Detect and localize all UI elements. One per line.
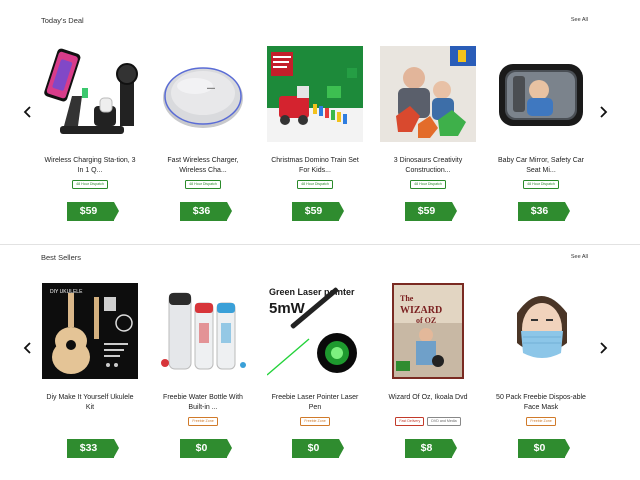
- product-title[interactable]: Fast Wireless Charger, Wireless Cha...: [153, 156, 253, 176]
- product-title[interactable]: Christmas Domino Train Set For Kids...: [265, 156, 365, 176]
- svg-text:Green Laser pointer: Green Laser pointer: [269, 287, 355, 297]
- carousel-prev-arrow[interactable]: [21, 341, 35, 355]
- product-title[interactable]: Wireless Charging Sta-tion, 3 In 1 Q...: [40, 156, 140, 176]
- svg-text:WIZARD: WIZARD: [400, 305, 442, 316]
- wireless-charging-station-image[interactable]: [42, 46, 138, 142]
- svg-text:The: The: [400, 294, 414, 303]
- dispatch-badge: 48 Hour Dispatch: [185, 180, 221, 189]
- dispatch-badge: 48 Hour Dispatch: [297, 180, 333, 189]
- price-tag: $36: [179, 202, 232, 221]
- svg-text:DIY UKULELE: DIY UKULELE: [50, 289, 83, 295]
- product-card[interactable]: ▬▬ Fast Wireless Charger, Wireless Cha..…: [153, 46, 253, 221]
- svg-text:of OZ: of OZ: [416, 316, 436, 325]
- product-title[interactable]: Freebie Water Bottle With Built-in ...: [153, 393, 253, 413]
- todays-deal-section: Today's Deal See All Wireless Charging S…: [0, 0, 640, 244]
- laser-pointer-image[interactable]: Green Laser pointer 5mW: [267, 283, 363, 379]
- carousel-next-arrow[interactable]: [596, 341, 610, 355]
- chevron-left-icon: [23, 342, 31, 354]
- section-heading: Best Sellers: [41, 253, 82, 262]
- water-bottle-image[interactable]: [155, 283, 251, 379]
- freebie-badge: Freebie Zone: [300, 417, 330, 426]
- price-tag: $33: [66, 439, 119, 458]
- section-heading: Today's Deal: [41, 16, 84, 25]
- product-title[interactable]: 50 Pack Freebie Dispos-able Face Mask: [491, 393, 591, 413]
- category-badge: DVD and Media: [427, 417, 461, 426]
- product-card[interactable]: 50 Pack Freebie Dispos-able Face Mask Fr…: [491, 283, 591, 458]
- price-tag: $59: [404, 202, 457, 221]
- product-card[interactable]: Christmas Domino Train Set For Kids... 4…: [265, 46, 365, 221]
- price-tag: $0: [291, 439, 344, 458]
- product-title[interactable]: Baby Car Mirror, Safety Car Seat Mi...: [491, 156, 591, 176]
- dispatch-badge: 48 Hour Dispatch: [410, 180, 446, 189]
- chevron-right-icon: [600, 106, 608, 118]
- dispatch-badge: 48 Hour Dispatch: [72, 180, 108, 189]
- product-card[interactable]: Freebie Water Bottle With Built-in ... F…: [153, 283, 253, 458]
- baby-car-mirror-image[interactable]: [493, 46, 589, 142]
- wizard-of-oz-dvd-image[interactable]: The WIZARD of OZ: [380, 283, 476, 379]
- price-tag: $0: [179, 439, 232, 458]
- freebie-badge: Freebie Zone: [526, 417, 556, 426]
- svg-text:▬▬: ▬▬: [207, 85, 215, 90]
- price-tag: $0: [517, 439, 570, 458]
- ukulele-kit-image[interactable]: DIY UKULELE: [42, 283, 138, 379]
- freebie-badge: Freebie Zone: [188, 417, 218, 426]
- best-sellers-section: Best Sellers See All DIY UKULELE Diy Mak…: [0, 245, 640, 480]
- chevron-left-icon: [23, 106, 31, 118]
- domino-train-image[interactable]: [267, 46, 363, 142]
- price-tag: $59: [66, 202, 119, 221]
- price-tag: $36: [517, 202, 570, 221]
- dinosaur-toys-image[interactable]: [380, 46, 476, 142]
- product-title[interactable]: Wizard Of Oz, Ikoala Dvd: [378, 393, 478, 413]
- product-title[interactable]: 3 Dinosaurs Creativity Construction...: [378, 156, 478, 176]
- dispatch-badge: 48 Hour Dispatch: [523, 180, 559, 189]
- see-all-link[interactable]: See All: [571, 254, 588, 260]
- product-card[interactable]: Baby Car Mirror, Safety Car Seat Mi... 4…: [491, 46, 591, 221]
- product-title[interactable]: Diy Make It Yourself Ukulele Kit: [40, 393, 140, 413]
- product-title[interactable]: Freebie Laser Pointer Laser Pen: [265, 393, 365, 413]
- product-card[interactable]: DIY UKULELE Diy Make It Yourself Ukulele…: [40, 283, 140, 458]
- see-all-link[interactable]: See All: [571, 17, 588, 23]
- carousel-next-arrow[interactable]: [596, 105, 610, 119]
- product-card[interactable]: Wireless Charging Sta-tion, 3 In 1 Q... …: [40, 46, 140, 221]
- chevron-right-icon: [600, 342, 608, 354]
- price-tag: $8: [404, 439, 457, 458]
- product-card[interactable]: Green Laser pointer 5mW Freebie Laser Po…: [265, 283, 365, 458]
- carousel-prev-arrow[interactable]: [21, 105, 35, 119]
- svg-text:5mW: 5mW: [269, 300, 306, 317]
- fast-delivery-badge: Fast Delivery: [395, 417, 425, 426]
- wireless-charger-pad-image[interactable]: ▬▬: [155, 46, 251, 142]
- product-card[interactable]: 3 Dinosaurs Creativity Construction... 4…: [378, 46, 478, 221]
- product-card[interactable]: The WIZARD of OZ Wizard Of Oz, Ikoala Dv…: [378, 283, 478, 458]
- face-mask-image[interactable]: [493, 283, 589, 379]
- price-tag: $59: [291, 202, 344, 221]
